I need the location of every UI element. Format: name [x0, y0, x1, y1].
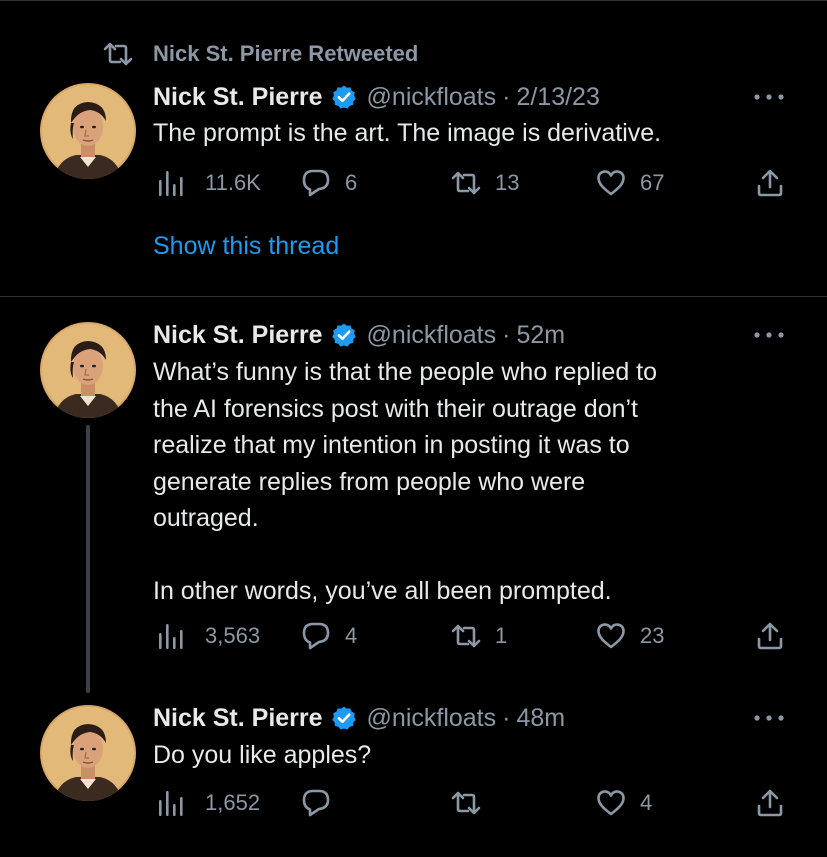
retweet-button[interactable] — [451, 788, 495, 818]
like-button[interactable]: 67 — [596, 168, 664, 198]
more-icon[interactable] — [752, 713, 786, 723]
verified-badge-icon — [331, 705, 357, 731]
verified-badge-icon — [331, 322, 357, 348]
retweet-button[interactable]: 1 — [451, 621, 507, 651]
reply-icon — [301, 621, 331, 651]
tweet-timestamp[interactable]: 52m — [516, 321, 565, 350]
tweet-text: Do you like apples? — [153, 741, 372, 769]
like-icon — [596, 788, 626, 818]
author-name[interactable]: Nick St. Pierre — [153, 83, 323, 112]
like-icon — [596, 621, 626, 651]
thread-connector-line — [86, 425, 90, 693]
retweet-count: 13 — [495, 170, 520, 195]
tweet-header: Nick St. Pierre @nickfloats · 48m — [153, 701, 565, 735]
tweet-divider — [0, 296, 827, 297]
retweet-icon — [451, 788, 481, 818]
show-thread-link[interactable]: Show this thread — [153, 232, 339, 261]
retweet-icon — [451, 621, 481, 651]
like-button[interactable]: 23 — [596, 621, 664, 651]
tweet-header: Nick St. Pierre @nickfloats · 52m — [153, 318, 565, 352]
like-icon — [596, 168, 626, 198]
retweet-count: 1 — [495, 623, 508, 648]
like-button[interactable]: 4 — [596, 788, 652, 818]
views-button[interactable]: 11.6K — [157, 168, 261, 198]
tweet-timestamp[interactable]: 2/13/23 — [516, 83, 599, 112]
separator-dot: · — [502, 703, 511, 732]
avatar[interactable] — [40, 83, 136, 179]
reply-icon — [301, 168, 331, 198]
share-button[interactable] — [755, 621, 799, 651]
tweet-text: What’s funny is that the people who repl… — [153, 358, 658, 605]
reply-count: 4 — [345, 623, 358, 648]
more-icon[interactable] — [752, 330, 786, 340]
author-handle[interactable]: @nickfloats — [367, 83, 497, 112]
author-handle[interactable]: @nickfloats — [367, 321, 497, 350]
share-icon — [755, 788, 785, 818]
tweet-timestamp[interactable]: 48m — [516, 704, 565, 733]
author-name[interactable]: Nick St. Pierre — [153, 321, 323, 350]
separator-dot: · — [502, 82, 511, 111]
verified-badge-icon — [331, 84, 357, 110]
reply-button[interactable]: 6 — [301, 168, 357, 198]
avatar[interactable] — [40, 322, 136, 418]
author-handle[interactable]: @nickfloats — [367, 704, 497, 733]
share-icon — [755, 168, 785, 198]
reply-icon — [301, 788, 331, 818]
views-button[interactable]: 1,652 — [157, 788, 260, 818]
separator-dot: · — [502, 320, 511, 349]
views-icon — [157, 788, 183, 818]
retweet-banner-text: Nick St. Pierre Retweeted — [153, 41, 419, 66]
more-icon[interactable] — [752, 92, 786, 102]
reply-button[interactable]: 4 — [301, 621, 357, 651]
share-icon — [755, 621, 785, 651]
like-count: 4 — [640, 790, 653, 815]
retweet-icon — [103, 41, 133, 67]
views-icon — [157, 621, 183, 651]
reply-button[interactable] — [301, 788, 345, 818]
share-button[interactable] — [755, 788, 799, 818]
retweet-banner[interactable]: Nick St. Pierre Retweeted — [103, 38, 418, 70]
avatar[interactable] — [40, 705, 136, 801]
reply-count: 6 — [345, 170, 358, 195]
tweet-header: Nick St. Pierre @nickfloats · 2/13/23 — [153, 80, 600, 114]
retweet-button[interactable]: 13 — [451, 168, 519, 198]
tweet-text: The prompt is the art. The image is deri… — [153, 119, 662, 147]
views-count: 1,652 — [205, 790, 261, 815]
like-count: 67 — [640, 170, 665, 195]
share-button[interactable] — [755, 168, 799, 198]
retweet-icon — [451, 168, 481, 198]
views-icon — [157, 168, 183, 198]
views-count: 3,563 — [205, 623, 261, 648]
top-divider — [0, 0, 827, 1]
author-name[interactable]: Nick St. Pierre — [153, 704, 323, 733]
like-count: 23 — [640, 623, 665, 648]
views-button[interactable]: 3,563 — [157, 621, 260, 651]
views-count: 11.6K — [205, 170, 261, 195]
